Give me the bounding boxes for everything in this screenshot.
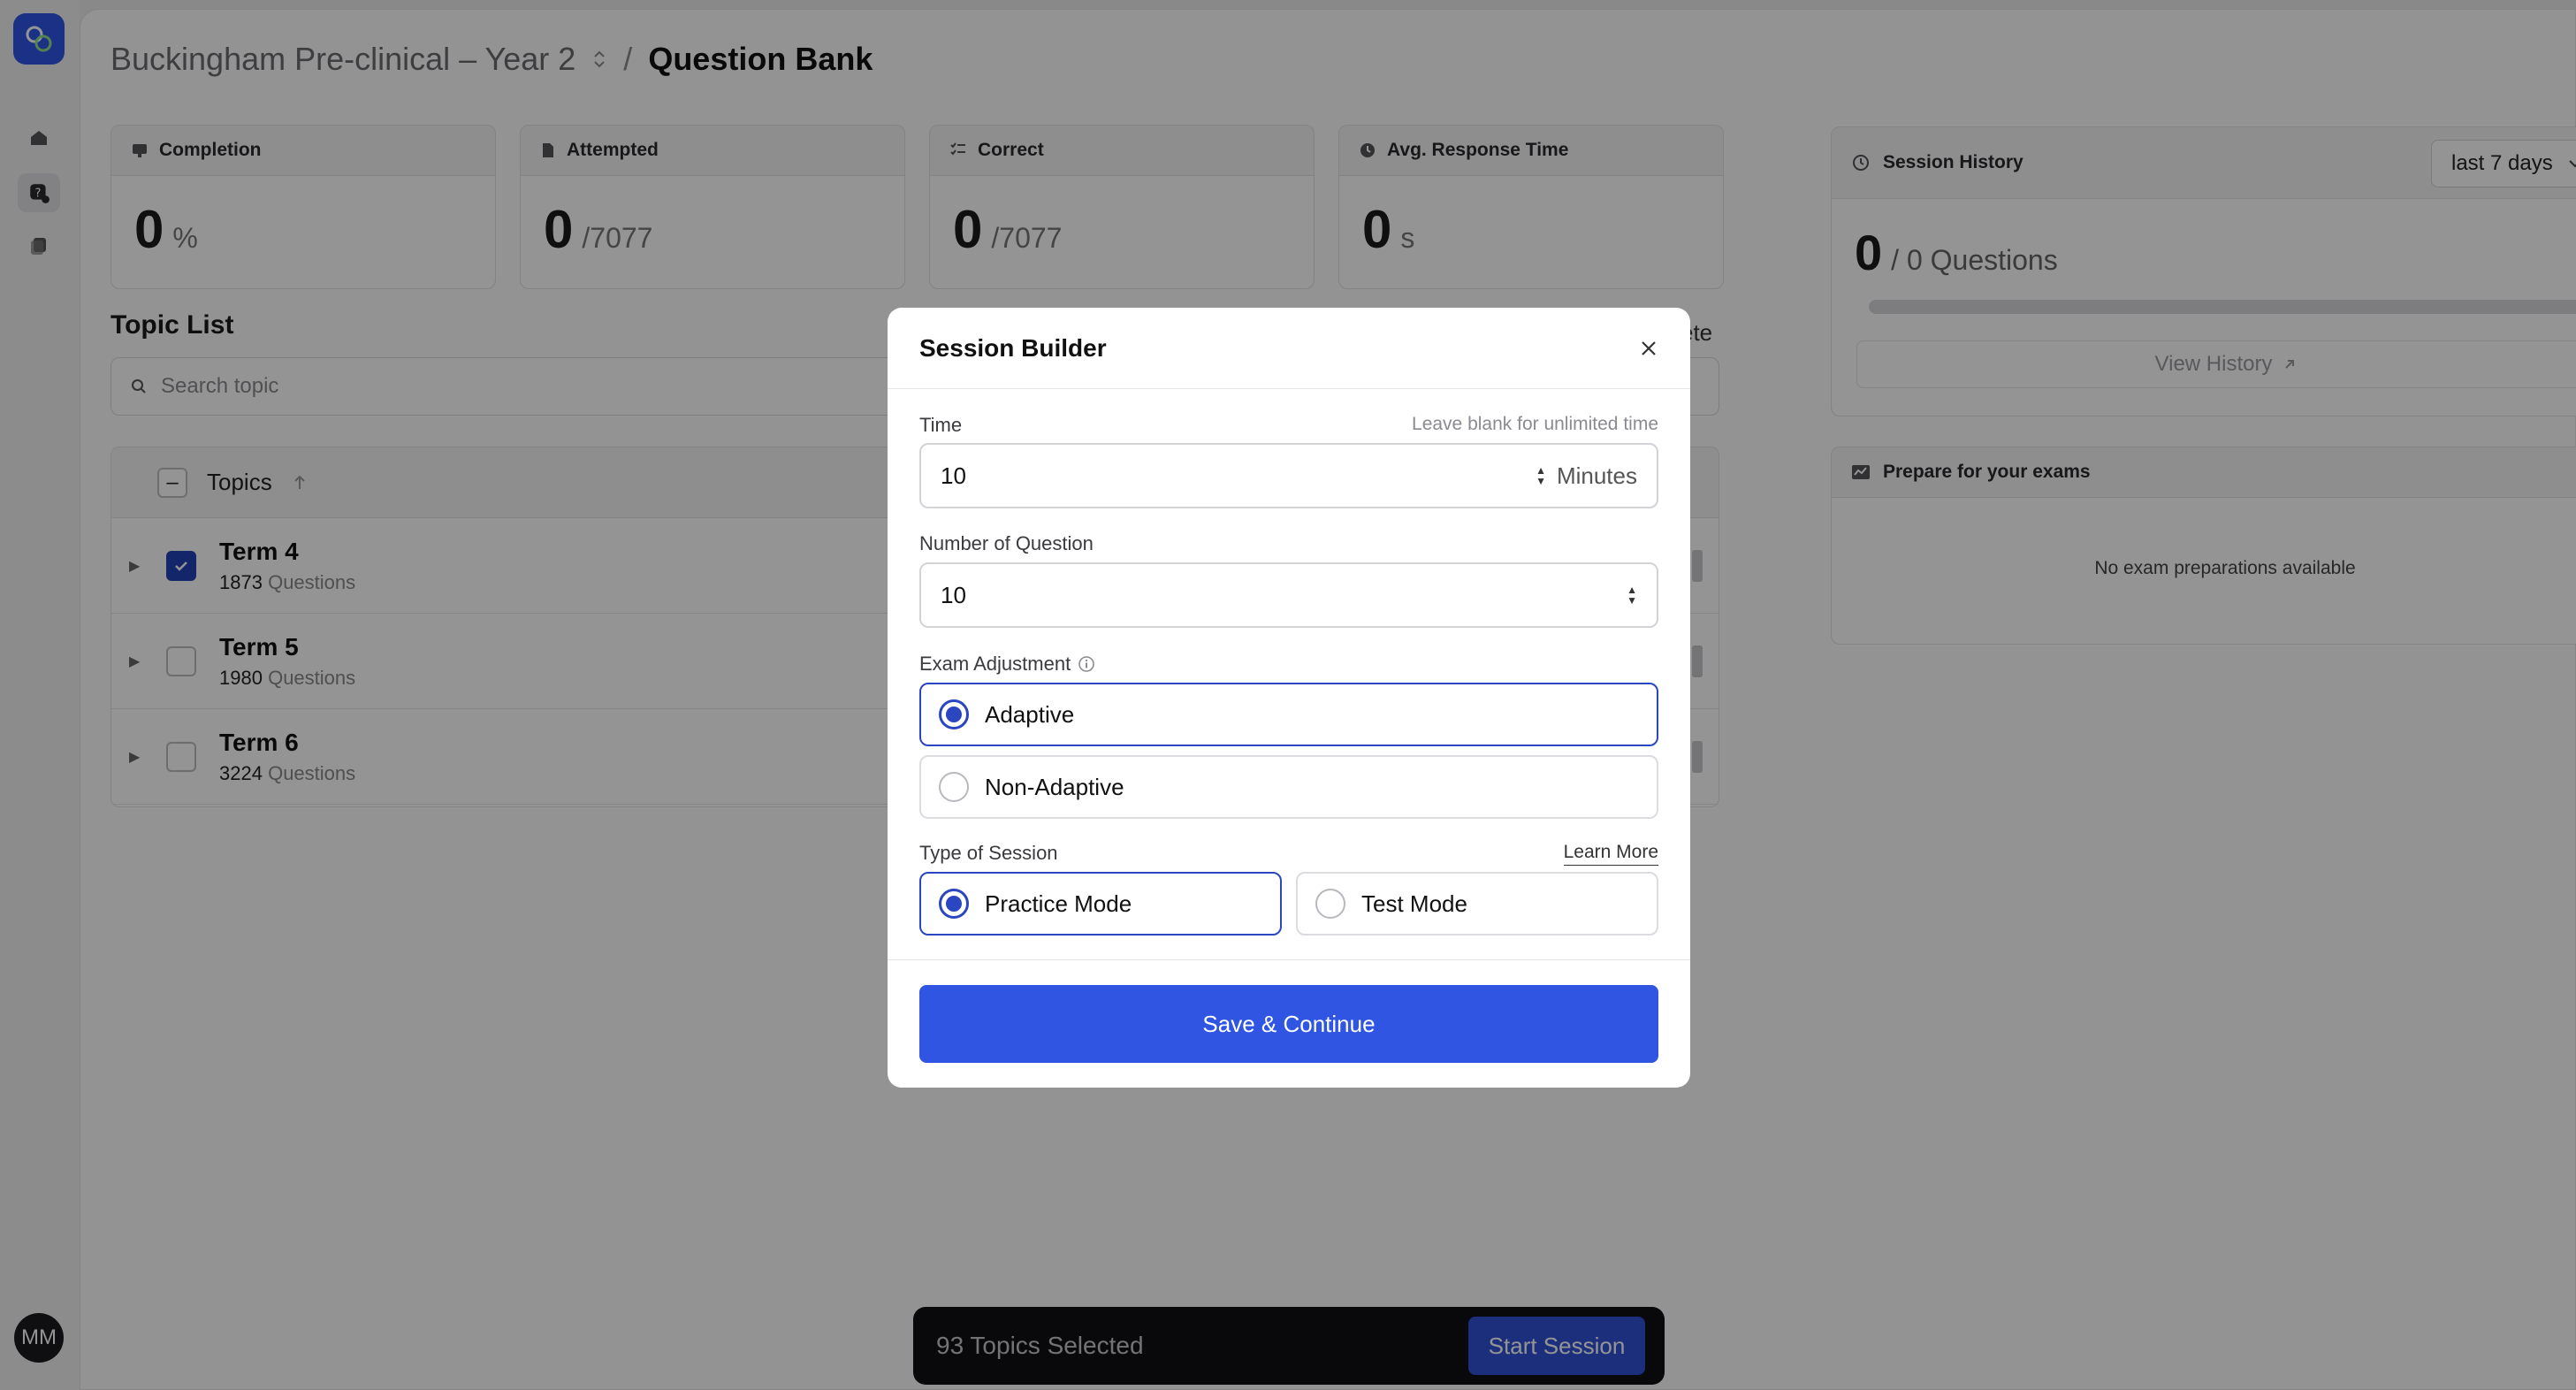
save-continue-button[interactable]: Save & Continue [919,985,1658,1063]
non-adaptive-option[interactable]: Non-Adaptive [919,755,1658,819]
question-stepper-icon[interactable]: ▲ ▼ [1627,584,1637,606]
session-type-label: Type of Session [919,842,1058,864]
modal-title: Session Builder [919,333,1107,362]
test-mode-radio[interactable] [1315,889,1345,919]
session-builder-modal: Session Builder Time Leave blank for unl… [888,308,1690,1088]
time-hint: Leave blank for unlimited time [1412,414,1658,434]
practice-mode-radio[interactable] [939,889,969,919]
time-stepper-icon[interactable]: ▲ ▼ [1536,465,1546,486]
time-value: 10 [941,462,966,489]
modal-header: Session Builder [888,308,1690,389]
exam-adjustment-label: Exam Adjustment [919,653,1095,676]
info-icon[interactable] [1078,655,1095,673]
non-adaptive-label: Non-Adaptive [985,773,1124,800]
time-unit: Minutes [1556,462,1637,489]
question-count-label: Number of Question [919,532,1094,554]
practice-mode-label: Practice Mode [985,890,1132,917]
adaptive-radio[interactable] [939,699,969,729]
close-icon[interactable] [1634,333,1664,363]
learn-more-link[interactable]: Learn More [1563,842,1658,866]
question-count-value: 10 [941,581,966,608]
modal-divider [888,959,1690,960]
practice-mode-option[interactable]: Practice Mode [919,872,1282,936]
adaptive-label: Adaptive [985,700,1075,728]
non-adaptive-radio[interactable] [939,772,969,802]
test-mode-option[interactable]: Test Mode [1296,872,1658,936]
time-input[interactable]: 10 ▲ ▼ Minutes [919,443,1658,508]
time-label: Time [919,414,963,436]
test-mode-label: Test Mode [1361,890,1467,917]
question-count-input[interactable]: 10 ▲ ▼ [919,562,1658,628]
adaptive-option[interactable]: Adaptive [919,683,1658,746]
